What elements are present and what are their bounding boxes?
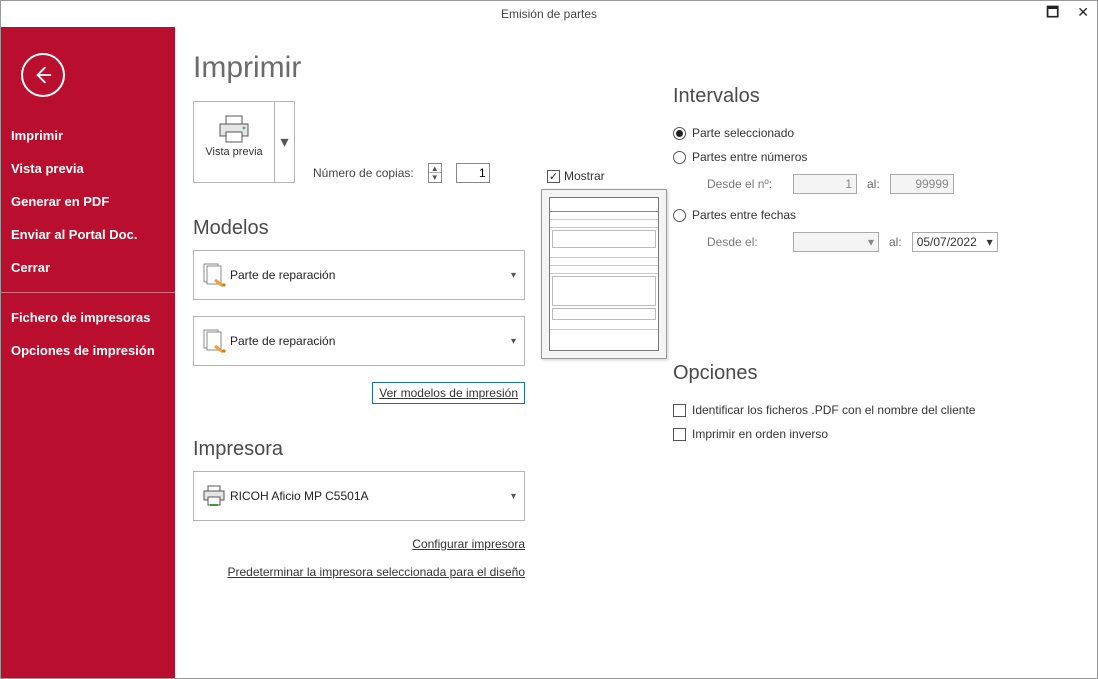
copies-stepper[interactable]: ▲ ▼ <box>428 163 442 183</box>
desde-n-label: Desde el nº: <box>707 177 783 191</box>
mostrar-label: Mostrar <box>564 169 605 183</box>
window-close-icon[interactable]: ✕ <box>1073 3 1093 21</box>
modelos-heading: Modelos <box>193 217 525 240</box>
opciones-heading: Opciones <box>673 362 1053 385</box>
document-icon <box>201 328 227 354</box>
predeterminar-impresora-link[interactable]: Predeterminar la impresora seleccionada … <box>228 565 526 579</box>
sidebar-item-cerrar[interactable]: Cerrar <box>1 251 175 284</box>
impresora-selected-label: RICOH Aficio MP C5501A <box>228 489 511 503</box>
hasta-n-input[interactable] <box>890 174 954 194</box>
impresora-combo[interactable]: RICOH Aficio MP C5501A ▾ <box>193 471 525 521</box>
ver-modelos-link[interactable]: Ver modelos de impresión <box>379 386 518 400</box>
radio-partes-numeros[interactable]: Partes entre números <box>673 150 1053 164</box>
check-identificar-pdf[interactable]: Identificar los ficheros .PDF con el nom… <box>673 403 1053 417</box>
sidebar-item-enviar-portal[interactable]: Enviar al Portal Doc. <box>1 218 175 251</box>
window-title: Emisión de partes <box>1 7 1097 21</box>
desde-fecha-label: Desde el: <box>707 235 783 249</box>
desde-fecha-picker[interactable]: ▾ <box>793 232 879 252</box>
sidebar-item-imprimir[interactable]: Imprimir <box>1 119 175 152</box>
copies-label: Número de copias: <box>313 166 414 180</box>
radio-parte-seleccionado-label: Parte seleccionado <box>692 126 794 140</box>
modelo-combo-1-label: Parte de reparación <box>228 268 511 282</box>
al-label-2: al: <box>889 235 902 249</box>
desde-n-input[interactable] <box>793 174 857 194</box>
chevron-down-icon: ▾ <box>511 491 516 502</box>
print-preview-dropdown[interactable]: ▾ <box>274 102 294 182</box>
al-label-1: al: <box>867 177 880 191</box>
sidebar-item-vista-previa[interactable]: Vista previa <box>1 152 175 185</box>
radio-partes-fechas[interactable]: Partes entre fechas <box>673 208 1053 222</box>
modelo-combo-1[interactable]: Parte de reparación ▾ <box>193 250 525 300</box>
sidebar-item-generar-pdf[interactable]: Generar en PDF <box>1 185 175 218</box>
modelo-combo-2-label: Parte de reparación <box>228 334 511 348</box>
chevron-down-icon: ▾ <box>511 336 516 347</box>
arrow-left-icon <box>32 64 54 86</box>
radio-partes-numeros-label: Partes entre números <box>692 150 807 164</box>
step-down-icon[interactable]: ▼ <box>429 173 441 182</box>
print-preview-label: Vista previa <box>194 146 274 158</box>
sidebar-item-fichero-impresoras[interactable]: Fichero de impresoras <box>1 301 175 334</box>
chevron-down-icon: ▾ <box>280 132 288 152</box>
check-identificar-pdf-label: Identificar los ficheros .PDF con el nom… <box>692 403 975 417</box>
hasta-fecha-value: 05/07/2022 <box>917 235 977 249</box>
intervalos-heading: Intervalos <box>673 85 1053 108</box>
modelo-combo-2[interactable]: Parte de reparación ▾ <box>193 316 525 366</box>
radio-partes-fechas-label: Partes entre fechas <box>692 208 796 222</box>
back-button[interactable] <box>21 53 65 97</box>
printer-ready-icon <box>201 485 227 507</box>
mostrar-checkbox[interactable]: ✓ <box>547 170 560 183</box>
chevron-down-icon: ▾ <box>987 235 993 249</box>
check-orden-inverso[interactable]: Imprimir en orden inverso <box>673 427 1053 441</box>
copies-input[interactable] <box>456 163 490 183</box>
printer-icon <box>216 114 252 144</box>
document-thumbnail[interactable] <box>541 189 667 359</box>
chevron-down-icon: ▾ <box>511 270 516 281</box>
chevron-down-icon: ▾ <box>868 235 874 249</box>
window-maximize-icon[interactable]: 🗖 <box>1042 3 1063 21</box>
print-preview-splitbutton[interactable]: Vista previa ▾ <box>193 101 295 183</box>
impresora-heading: Impresora <box>193 438 525 461</box>
sidebar-item-opciones-impresion[interactable]: Opciones de impresión <box>1 334 175 367</box>
check-orden-inverso-label: Imprimir en orden inverso <box>692 427 828 441</box>
document-icon <box>201 262 227 288</box>
hasta-fecha-picker[interactable]: 05/07/2022 ▾ <box>912 232 998 252</box>
radio-parte-seleccionado[interactable]: Parte seleccionado <box>673 126 1053 140</box>
step-up-icon[interactable]: ▲ <box>429 164 441 173</box>
configurar-impresora-link[interactable]: Configurar impresora <box>412 537 525 551</box>
